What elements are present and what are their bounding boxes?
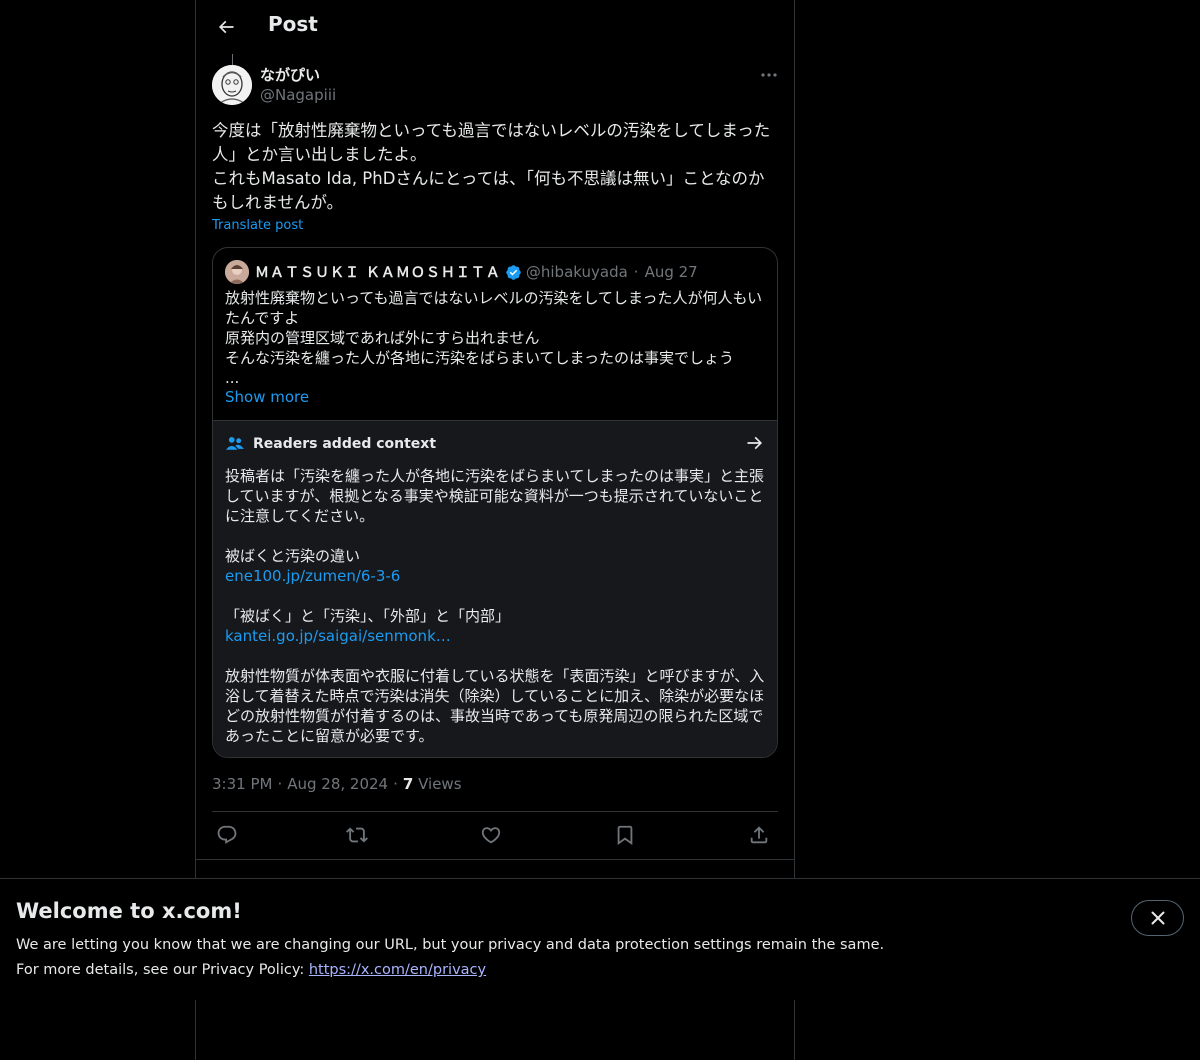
quoted-text: 放射性廃棄物といっても過言ではないレベルの汚染をしてしまった人が何人もいたんです… [225, 289, 763, 387]
note-link[interactable]: kantei.go.jp/saigai/senmonk… [225, 626, 769, 646]
post-text: 今度は「放射性廃棄物といっても過言ではないレベルの汚染をしてしまった人」とか言い… [212, 121, 771, 212]
bookmark-icon[interactable] [614, 824, 636, 846]
more-icon [761, 73, 777, 77]
community-note-body: 投稿者は「汚染を纏った人が各地に汚染をばらまいてしまったのは事実」と主張していま… [225, 466, 769, 746]
show-more-link[interactable]: Show more [225, 388, 309, 406]
community-note-header: Readers added context [225, 433, 436, 455]
banner-title: Welcome to x.com! [16, 899, 242, 923]
community-note[interactable]: Readers added context 投稿者は「汚染を纏った人が各地に汚染… [213, 420, 777, 757]
views-label: Views [418, 775, 462, 793]
back-button[interactable] [208, 9, 244, 45]
arrow-right-icon[interactable] [745, 433, 765, 453]
reply-icon[interactable] [216, 824, 238, 846]
banner-message: We are letting you know that we are chan… [16, 937, 885, 953]
divider [196, 859, 794, 860]
header: Post [196, 0, 794, 54]
note-link[interactable]: ene100.jp/zumen/6-3-6 [225, 566, 769, 586]
share-icon[interactable] [748, 824, 770, 846]
people-icon [226, 437, 244, 450]
like-icon[interactable] [480, 824, 502, 846]
url-change-banner: Welcome to x.com! We are letting you kno… [0, 878, 1200, 1000]
author-name[interactable]: ながぴい [260, 64, 320, 85]
repost-icon[interactable] [346, 824, 368, 846]
avatar[interactable] [212, 65, 252, 105]
quoted-date: Aug 27 [644, 263, 698, 281]
close-icon [1151, 911, 1164, 925]
separator-dot: · [633, 263, 639, 281]
banner-privacy-line: For more details, see our Privacy Policy… [16, 962, 486, 978]
note-paragraph: 投稿者は「汚染を纏った人が各地に汚染をばらまいてしまったのは事実」と主張していま… [225, 467, 764, 525]
quoted-author-name: ＭＡＴＳＵＫＩ ＫＡＭＯＳＨＩＴＡ [255, 265, 501, 281]
community-note-title: Readers added context [253, 436, 437, 452]
note-paragraph: 被ばくと汚染の違い [225, 547, 361, 565]
avatar-image [212, 65, 252, 105]
quoted-handle: @hibakuyada [525, 263, 628, 281]
post-metadata: 3:31 PM · Aug 28, 2024 · 7 Views [212, 775, 462, 793]
arrow-left-icon [218, 20, 234, 34]
privacy-policy-link[interactable]: https://x.com/en/privacy [309, 962, 486, 978]
translate-post-link[interactable]: Translate post [212, 218, 303, 233]
views-count: 7 [402, 775, 414, 793]
post-time[interactable]: 3:31 PM [212, 775, 272, 793]
note-paragraph: 「被ばく」と「汚染」、「外部」と「内部」 [225, 607, 511, 625]
banner-privacy-text: For more details, see our Privacy Policy… [16, 962, 305, 978]
quoted-post-header: ＭＡＴＳＵＫＩ ＫＡＭＯＳＨＩＴＡ @hibakuyada · Aug 27 [225, 260, 765, 284]
note-paragraph: 放射性物質が体表面や衣服に付着している状態を「表面汚染」と呼びますが、入浴して着… [225, 667, 765, 745]
more-options-button[interactable] [754, 64, 784, 86]
verified-badge-icon [506, 264, 521, 280]
quoted-avatar [225, 260, 249, 284]
page-title: Post [268, 12, 318, 36]
action-bar [212, 811, 778, 859]
quoted-post[interactable]: ＭＡＴＳＵＫＩ ＫＡＭＯＳＨＩＴＡ @hibakuyada · Aug 27 放… [212, 247, 778, 758]
author-handle[interactable]: @Nagapiii [260, 86, 336, 104]
close-banner-button[interactable] [1131, 900, 1184, 936]
post-date[interactable]: Aug 28, 2024 [287, 775, 388, 793]
